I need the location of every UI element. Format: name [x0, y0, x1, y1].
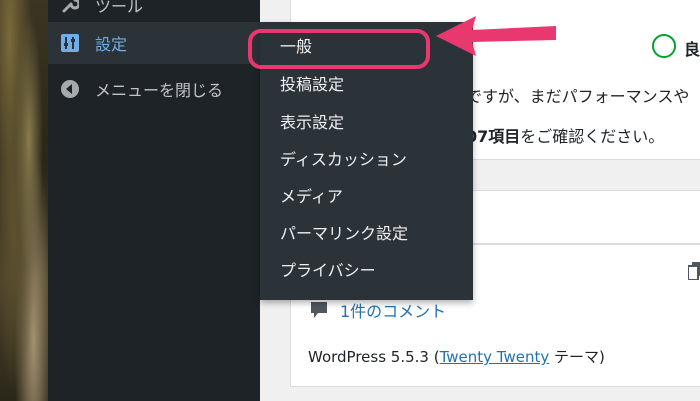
sidebar-item-settings-label: 設定: [95, 35, 128, 54]
version-suffix: テーマ): [549, 348, 605, 366]
health-message-line2: 07項目をご確認ください。: [466, 123, 664, 147]
wrench-icon: [62, 0, 79, 13]
admin-sidebar: ツール 設定 メニューを閉じる: [48, 0, 260, 401]
health-message-rest: をご確認ください。: [520, 127, 665, 146]
desktop-background: [0, 0, 48, 401]
submenu-item-media[interactable]: メディア: [280, 184, 343, 210]
submenu-item-discussion[interactable]: ディスカッション: [280, 147, 407, 173]
highlight-box: [248, 29, 430, 69]
health-message-line1: ですが、まだパフォーマンスや: [466, 87, 690, 106]
health-status-label: 良: [684, 40, 700, 59]
collapse-menu-button[interactable]: メニューを閉じる: [48, 68, 260, 110]
submenu-item-writing[interactable]: 投稿設定: [280, 72, 344, 98]
pointer-arrow-icon: [436, 16, 556, 56]
copy-icon[interactable]: [688, 262, 700, 280]
sidebar-item-tools-label: ツール: [95, 0, 144, 16]
health-status-circle-icon: [652, 34, 676, 58]
theme-link[interactable]: Twenty Twenty: [440, 348, 550, 366]
wordpress-version-line: WordPress 5.5.3 (Twenty Twenty テーマ): [308, 346, 605, 367]
collapse-menu-label: メニューを閉じる: [95, 81, 224, 100]
sliders-icon: [61, 34, 79, 52]
health-items-count: 07項目: [466, 127, 521, 146]
version-prefix: WordPress 5.5.3 (: [308, 348, 440, 366]
collapse-arrow-icon: [61, 80, 79, 98]
submenu-item-permalinks[interactable]: パーマリンク設定: [280, 221, 408, 247]
comment-bubble-icon: [311, 302, 327, 318]
comments-link[interactable]: 1件のコメント: [340, 298, 446, 322]
submenu-item-privacy[interactable]: プライバシー: [280, 258, 376, 284]
sidebar-item-settings[interactable]: 設定: [48, 22, 260, 64]
submenu-item-reading[interactable]: 表示設定: [280, 110, 344, 136]
